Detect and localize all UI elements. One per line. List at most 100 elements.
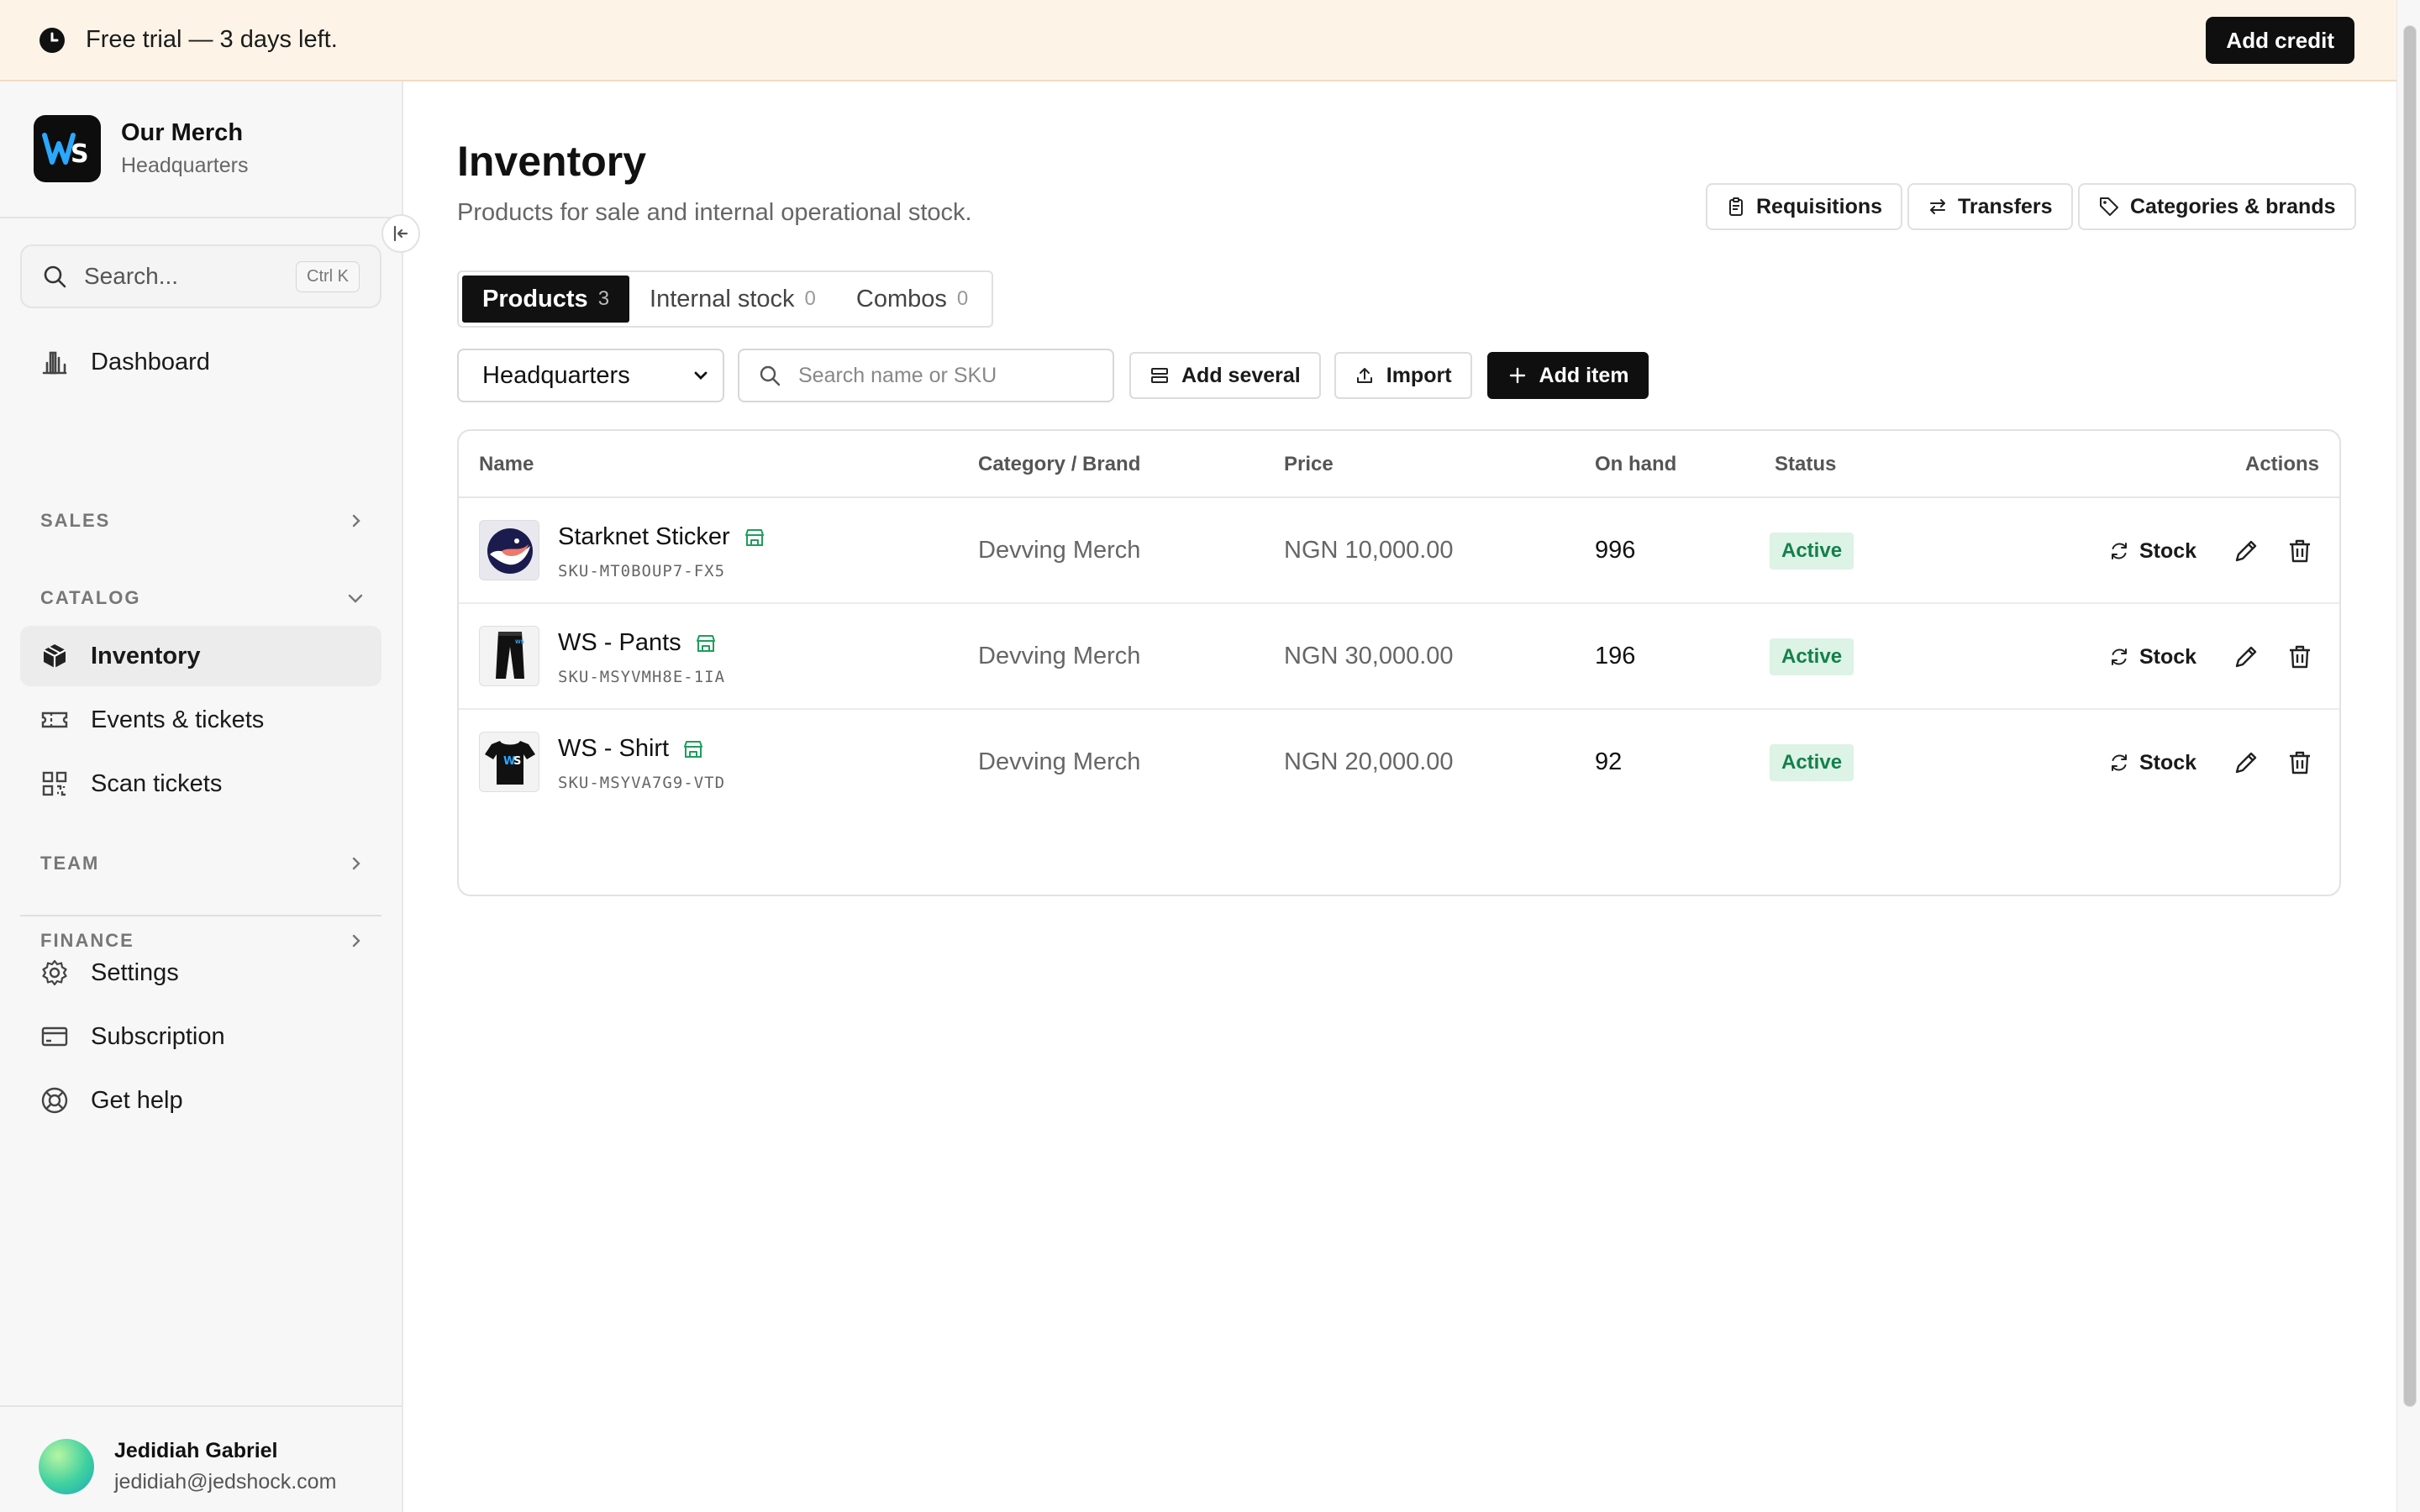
tab-internal-stock[interactable]: Internal stock 0 (629, 276, 836, 323)
sidebar: S Our Merch Headquarters Search... Ctrl … (0, 81, 403, 1512)
refresh-icon (2112, 648, 2127, 665)
sidebar-item-dashboard[interactable]: Dashboard (20, 332, 381, 392)
product-sku: SKU-MSYVMH8E-1IA (558, 668, 726, 686)
avatar (39, 1439, 94, 1494)
edit-icon[interactable] (2232, 643, 2260, 671)
transfer-arrows-icon (1930, 199, 1945, 214)
location-select-value: Headquarters (482, 361, 630, 389)
chevron-right-icon (348, 855, 365, 872)
column-header: Price (1284, 453, 1334, 475)
sidebar-item-label: Scan tickets (91, 769, 223, 797)
org-switcher[interactable]: S Our Merch Headquarters (34, 115, 248, 182)
sidebar-search[interactable]: Search... Ctrl K (20, 244, 381, 308)
page-subtitle: Products for sale and internal operation… (457, 199, 972, 226)
collapse-icon (393, 225, 408, 242)
product-price: NGN 10,000.00 (1284, 537, 1454, 564)
starknet-logo-icon (480, 521, 539, 580)
shirt-icon: W S (480, 732, 539, 791)
requisitions-button[interactable]: Requisitions (1706, 183, 1903, 230)
rows-icon (1151, 368, 1168, 383)
product-name: Starknet Sticker (558, 523, 765, 551)
lifebuoy-icon (40, 1086, 69, 1115)
trash-icon[interactable] (2286, 537, 2314, 565)
sidebar-item-subscription[interactable]: Subscription (20, 1006, 381, 1067)
sidebar-item-help[interactable]: Get help (20, 1070, 381, 1131)
status-badge: Active (1770, 638, 1854, 675)
section-sales[interactable]: SALES (40, 510, 365, 532)
add-several-button[interactable]: Add several (1129, 352, 1321, 399)
table-row[interactable]: Starknet Sticker SKU-MT0BOUP7-FX5 Devvin… (459, 498, 2339, 604)
tab-combos[interactable]: Combos 0 (836, 276, 988, 323)
sidebar-item-settings[interactable]: Settings (20, 942, 381, 1003)
sidebar-item-inventory[interactable]: Inventory (20, 626, 381, 686)
main-content: Inventory Products for sale and internal… (403, 81, 2396, 1512)
trial-text: Free trial — 3 days left. (86, 26, 338, 53)
column-header: Name (479, 453, 534, 475)
chevron-down-icon (692, 367, 709, 384)
inventory-tabs: Products 3 Internal stock 0 Combos 0 (457, 270, 994, 328)
sidebar-item-scan-tickets[interactable]: Scan tickets (20, 753, 381, 814)
column-header: On hand (1595, 453, 1677, 475)
search-shortcut: Ctrl K (296, 260, 360, 292)
storefront-icon (695, 633, 717, 654)
clipboard-icon (1729, 197, 1743, 216)
transfers-button[interactable]: Transfers (1907, 183, 2073, 230)
user-menu[interactable]: Jedidiah Gabriel jedidiah@jedshock.com (39, 1439, 336, 1494)
product-sku: SKU-MT0BOUP7-FX5 (558, 562, 726, 580)
import-button[interactable]: Import (1334, 352, 1472, 399)
add-several-label: Add several (1181, 363, 1301, 387)
status-badge: Active (1770, 533, 1854, 570)
trash-icon[interactable] (2286, 643, 2314, 671)
sidebar-item-label: Dashboard (91, 348, 210, 375)
page-title: Inventory (457, 138, 647, 185)
chevron-down-icon (346, 590, 365, 606)
storefront-icon (744, 527, 765, 549)
categories-label: Categories & brands (2130, 194, 2336, 218)
storefront-icon (682, 738, 704, 760)
org-name: Our Merch (121, 119, 244, 146)
search-placeholder: Search... (84, 263, 179, 289)
import-label: Import (1386, 363, 1452, 387)
edit-icon[interactable] (2232, 748, 2260, 777)
table-header: Name Category / Brand Price On hand Stat… (459, 431, 2339, 498)
table-row[interactable]: W S WS - Shirt SKU-MSYVA7G9-VTD Devving … (459, 710, 2339, 816)
box-icon (40, 642, 69, 670)
user-email: jedidiah@jedshock.com (114, 1470, 337, 1494)
product-category: Devving Merch (978, 643, 1141, 669)
product-name: WS - Pants (558, 629, 717, 657)
tab-count: 0 (804, 287, 816, 310)
product-search-input[interactable]: Search name or SKU (738, 349, 1114, 402)
product-name-text: Starknet Sticker (558, 523, 730, 550)
tag-icon (2100, 197, 2118, 216)
tab-products[interactable]: Products 3 (462, 276, 630, 323)
edit-icon[interactable] (2232, 537, 2260, 565)
qr-code-icon (40, 769, 69, 798)
section-title: SALES (40, 510, 111, 531)
svg-text:WS: WS (515, 639, 524, 645)
tab-count: 0 (956, 287, 969, 310)
sidebar-item-label: Events & tickets (91, 706, 265, 733)
table-row[interactable]: WS WS - Pants SKU-MSYVMH8E-1IA Devving M… (459, 604, 2339, 710)
section-catalog[interactable]: CATALOG (40, 587, 365, 609)
stock-button[interactable]: Stock (2109, 638, 2196, 676)
sidebar-divider (0, 217, 402, 218)
section-team[interactable]: TEAM (40, 853, 365, 874)
categories-brands-button[interactable]: Categories & brands (2078, 183, 2356, 230)
stock-button[interactable]: Stock (2109, 532, 2196, 570)
page-scrollbar[interactable] (2396, 0, 2420, 1512)
scrollbar-thumb[interactable] (2403, 25, 2417, 1407)
location-select[interactable]: Headquarters (457, 349, 724, 402)
trash-icon[interactable] (2286, 748, 2314, 777)
add-item-button[interactable]: Add item (1486, 352, 1649, 399)
tab-label: Internal stock (650, 285, 795, 312)
column-header: Actions (2244, 453, 2319, 475)
collapse-sidebar-button[interactable] (381, 214, 420, 253)
stock-button[interactable]: Stock (2109, 743, 2196, 782)
bar-chart-icon (40, 348, 69, 376)
sidebar-item-events[interactable]: Events & tickets (20, 690, 381, 750)
stock-label: Stock (2139, 644, 2197, 669)
add-credit-button[interactable]: Add credit (2206, 17, 2354, 64)
product-on-hand: 996 (1595, 537, 1636, 564)
product-category: Devving Merch (978, 537, 1141, 564)
svg-text:S: S (71, 139, 89, 167)
